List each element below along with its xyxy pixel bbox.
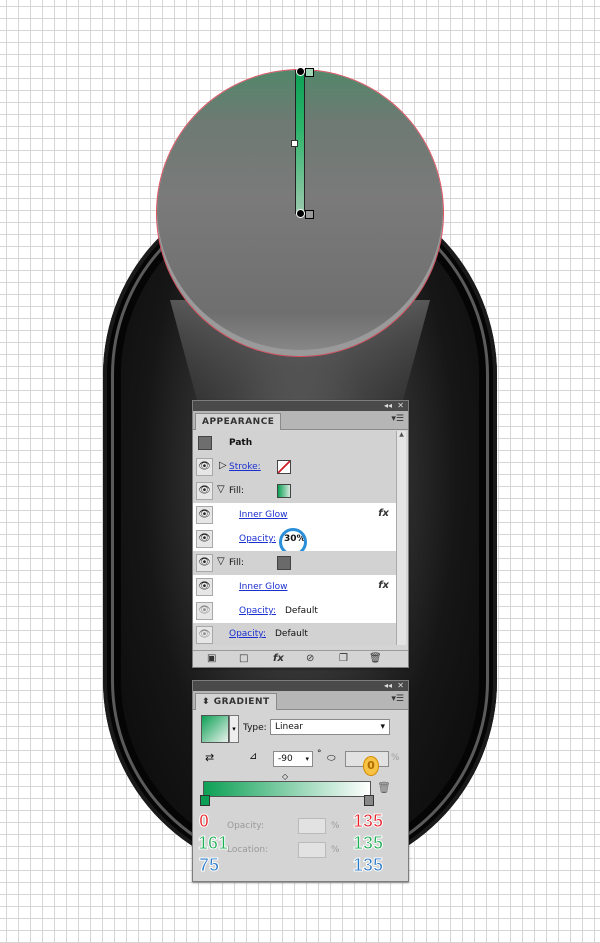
- left-stop-red-value: 0: [198, 811, 210, 832]
- stop-location-input[interactable]: [298, 842, 326, 858]
- gradient-slider[interactable]: [203, 781, 371, 797]
- add-effect-icon[interactable]: fx: [273, 653, 284, 664]
- left-stop-green-value: 161: [197, 833, 229, 854]
- clear-appearance-icon[interactable]: ⊘: [306, 653, 314, 664]
- right-stop-green-value: 135: [352, 833, 384, 854]
- chevron-down-icon: ▾: [380, 722, 385, 732]
- tab-gradient[interactable]: ⬍ GRADIENT: [195, 693, 277, 710]
- inner-glow-link-2[interactable]: Inner Glow: [239, 582, 288, 592]
- fill-label-1[interactable]: Fill:: [229, 486, 244, 496]
- object-type-label: Path: [229, 438, 253, 448]
- fill-row-2[interactable]: 👁 ▽ Fill:: [193, 551, 399, 575]
- panel-menu-icon[interactable]: ▾☰: [391, 694, 404, 704]
- angle-icon: ⊿: [249, 751, 258, 762]
- gradient-end-stop-handle[interactable]: [305, 210, 314, 219]
- left-color-stop[interactable]: [200, 795, 210, 806]
- fill-gray-swatch[interactable]: [277, 556, 291, 570]
- collapse-arrow-icon[interactable]: ▽: [217, 484, 225, 495]
- visibility-eye-icon[interactable]: 👁: [196, 554, 213, 572]
- gradient-titlebar[interactable]: ◂◂ ✕: [193, 681, 408, 691]
- opacity-value-2: Default: [285, 606, 318, 616]
- percent-symbol: %: [391, 753, 400, 763]
- degree-symbol: °: [317, 749, 322, 759]
- appearance-bottom-bar: ▣ □ fx ⊘ ❐ 🗑: [193, 650, 408, 667]
- opacity-row-object[interactable]: 👁 Opacity: Default: [193, 623, 399, 645]
- visibility-eye-icon[interactable]: 👁: [196, 530, 213, 548]
- angle-dropdown-icon: ▾: [305, 755, 309, 763]
- scroll-up-icon[interactable]: ▲: [397, 431, 406, 438]
- fx-icon[interactable]: fx: [378, 580, 389, 591]
- opacity-link-2[interactable]: Opacity:: [239, 606, 276, 616]
- right-stop-blue-value: 135: [352, 855, 384, 876]
- fx-icon[interactable]: fx: [378, 508, 389, 519]
- collapse-icon[interactable]: ◂◂: [384, 681, 392, 691]
- aspect-badge: 0: [363, 756, 379, 776]
- appearance-panel: ◂◂ ✕ APPEARANCE ▾☰ Path 👁 ▷ Stroke: 👁 ▽ …: [192, 400, 409, 668]
- gradient-start-stop-handle[interactable]: [305, 68, 314, 77]
- delete-stop-icon[interactable]: 🗑: [377, 781, 391, 794]
- duplicate-item-icon[interactable]: ❐: [339, 653, 348, 664]
- path-header-row: Path: [193, 431, 399, 455]
- inner-glow-row-1[interactable]: 👁 Inner Glow fx: [193, 503, 399, 527]
- aspect-ratio-icon: ⬭: [327, 753, 336, 764]
- opacity-value-object: Default: [275, 629, 308, 639]
- right-color-stop[interactable]: [364, 795, 374, 806]
- gradient-tabrow: ⬍ GRADIENT ▾☰: [193, 691, 408, 710]
- tab-gradient-label: GRADIENT: [213, 697, 270, 707]
- fill-label-2[interactable]: Fill:: [229, 558, 244, 568]
- opacity-label: Opacity:: [227, 821, 264, 831]
- stop-opacity-input[interactable]: [298, 818, 326, 834]
- stroke-label[interactable]: Stroke:: [229, 462, 261, 472]
- location-percent: %: [331, 845, 340, 855]
- visibility-eye-icon[interactable]: 👁: [196, 626, 213, 644]
- gradient-end-handle[interactable]: [296, 209, 305, 218]
- appearance-titlebar[interactable]: ◂◂ ✕: [193, 401, 408, 411]
- appearance-scrollbar[interactable]: ▲: [396, 431, 406, 645]
- expand-arrow-icon[interactable]: ▷: [219, 460, 227, 471]
- inner-glow-row-2[interactable]: 👁 Inner Glow fx: [193, 575, 399, 599]
- visibility-eye-icon[interactable]: 👁: [196, 602, 213, 620]
- stroke-row[interactable]: 👁 ▷ Stroke:: [193, 455, 399, 479]
- collapse-arrow-icon[interactable]: ▽: [217, 556, 225, 567]
- panel-menu-icon[interactable]: ▾☰: [391, 414, 404, 424]
- close-icon[interactable]: ✕: [397, 681, 404, 691]
- appearance-tabrow: APPEARANCE ▾☰: [193, 411, 408, 430]
- inner-glow-link-1[interactable]: Inner Glow: [239, 510, 288, 520]
- stroke-none-swatch[interactable]: [277, 460, 291, 474]
- fill-gradient-swatch[interactable]: [277, 484, 291, 498]
- visibility-eye-icon[interactable]: 👁: [196, 506, 213, 524]
- tab-appearance[interactable]: APPEARANCE: [195, 413, 282, 430]
- reverse-gradient-icon[interactable]: ⇄: [205, 751, 214, 764]
- location-label: Location:: [227, 845, 269, 855]
- type-value: Linear: [275, 722, 303, 732]
- type-select[interactable]: Linear ▾: [270, 719, 390, 735]
- angle-value: -90: [278, 754, 293, 764]
- collapse-icon[interactable]: ◂◂: [384, 401, 392, 411]
- left-stop-blue-value: 75: [198, 855, 220, 876]
- right-stop-red-value: 135: [352, 811, 384, 832]
- tab-arrows-icon: ⬍: [202, 697, 211, 707]
- type-label: Type:: [243, 723, 267, 733]
- gradient-preview-swatch[interactable]: [201, 715, 229, 743]
- appearance-list: Path 👁 ▷ Stroke: 👁 ▽ Fill: 👁 Inner Glow …: [193, 431, 399, 645]
- gradient-midpoint-handle[interactable]: [291, 140, 298, 147]
- opacity-row-1[interactable]: 👁 Opacity: 30%: [193, 527, 399, 556]
- add-new-fill-icon[interactable]: □: [239, 653, 248, 664]
- gradient-preset-dropdown-icon[interactable]: ▾: [229, 715, 239, 743]
- visibility-eye-icon[interactable]: 👁: [196, 482, 213, 500]
- close-icon[interactable]: ✕: [397, 401, 404, 411]
- opacity-row-2[interactable]: 👁 Opacity: Default: [193, 599, 399, 623]
- midpoint-diamond-icon[interactable]: ◇: [282, 772, 288, 781]
- visibility-eye-icon[interactable]: 👁: [196, 458, 213, 476]
- gradient-origin-handle[interactable]: [296, 67, 305, 76]
- angle-input[interactable]: -90 ▾: [273, 751, 313, 767]
- fill-row-1[interactable]: 👁 ▽ Fill:: [193, 479, 399, 503]
- visibility-eye-icon[interactable]: 👁: [196, 578, 213, 596]
- opacity-link-object[interactable]: Opacity:: [229, 629, 266, 639]
- delete-item-icon[interactable]: 🗑: [369, 653, 382, 664]
- opacity-percent: %: [331, 821, 340, 831]
- opacity-link-1[interactable]: Opacity:: [239, 534, 276, 544]
- add-new-stroke-icon[interactable]: ▣: [207, 653, 216, 664]
- path-thumbnail: [198, 436, 212, 450]
